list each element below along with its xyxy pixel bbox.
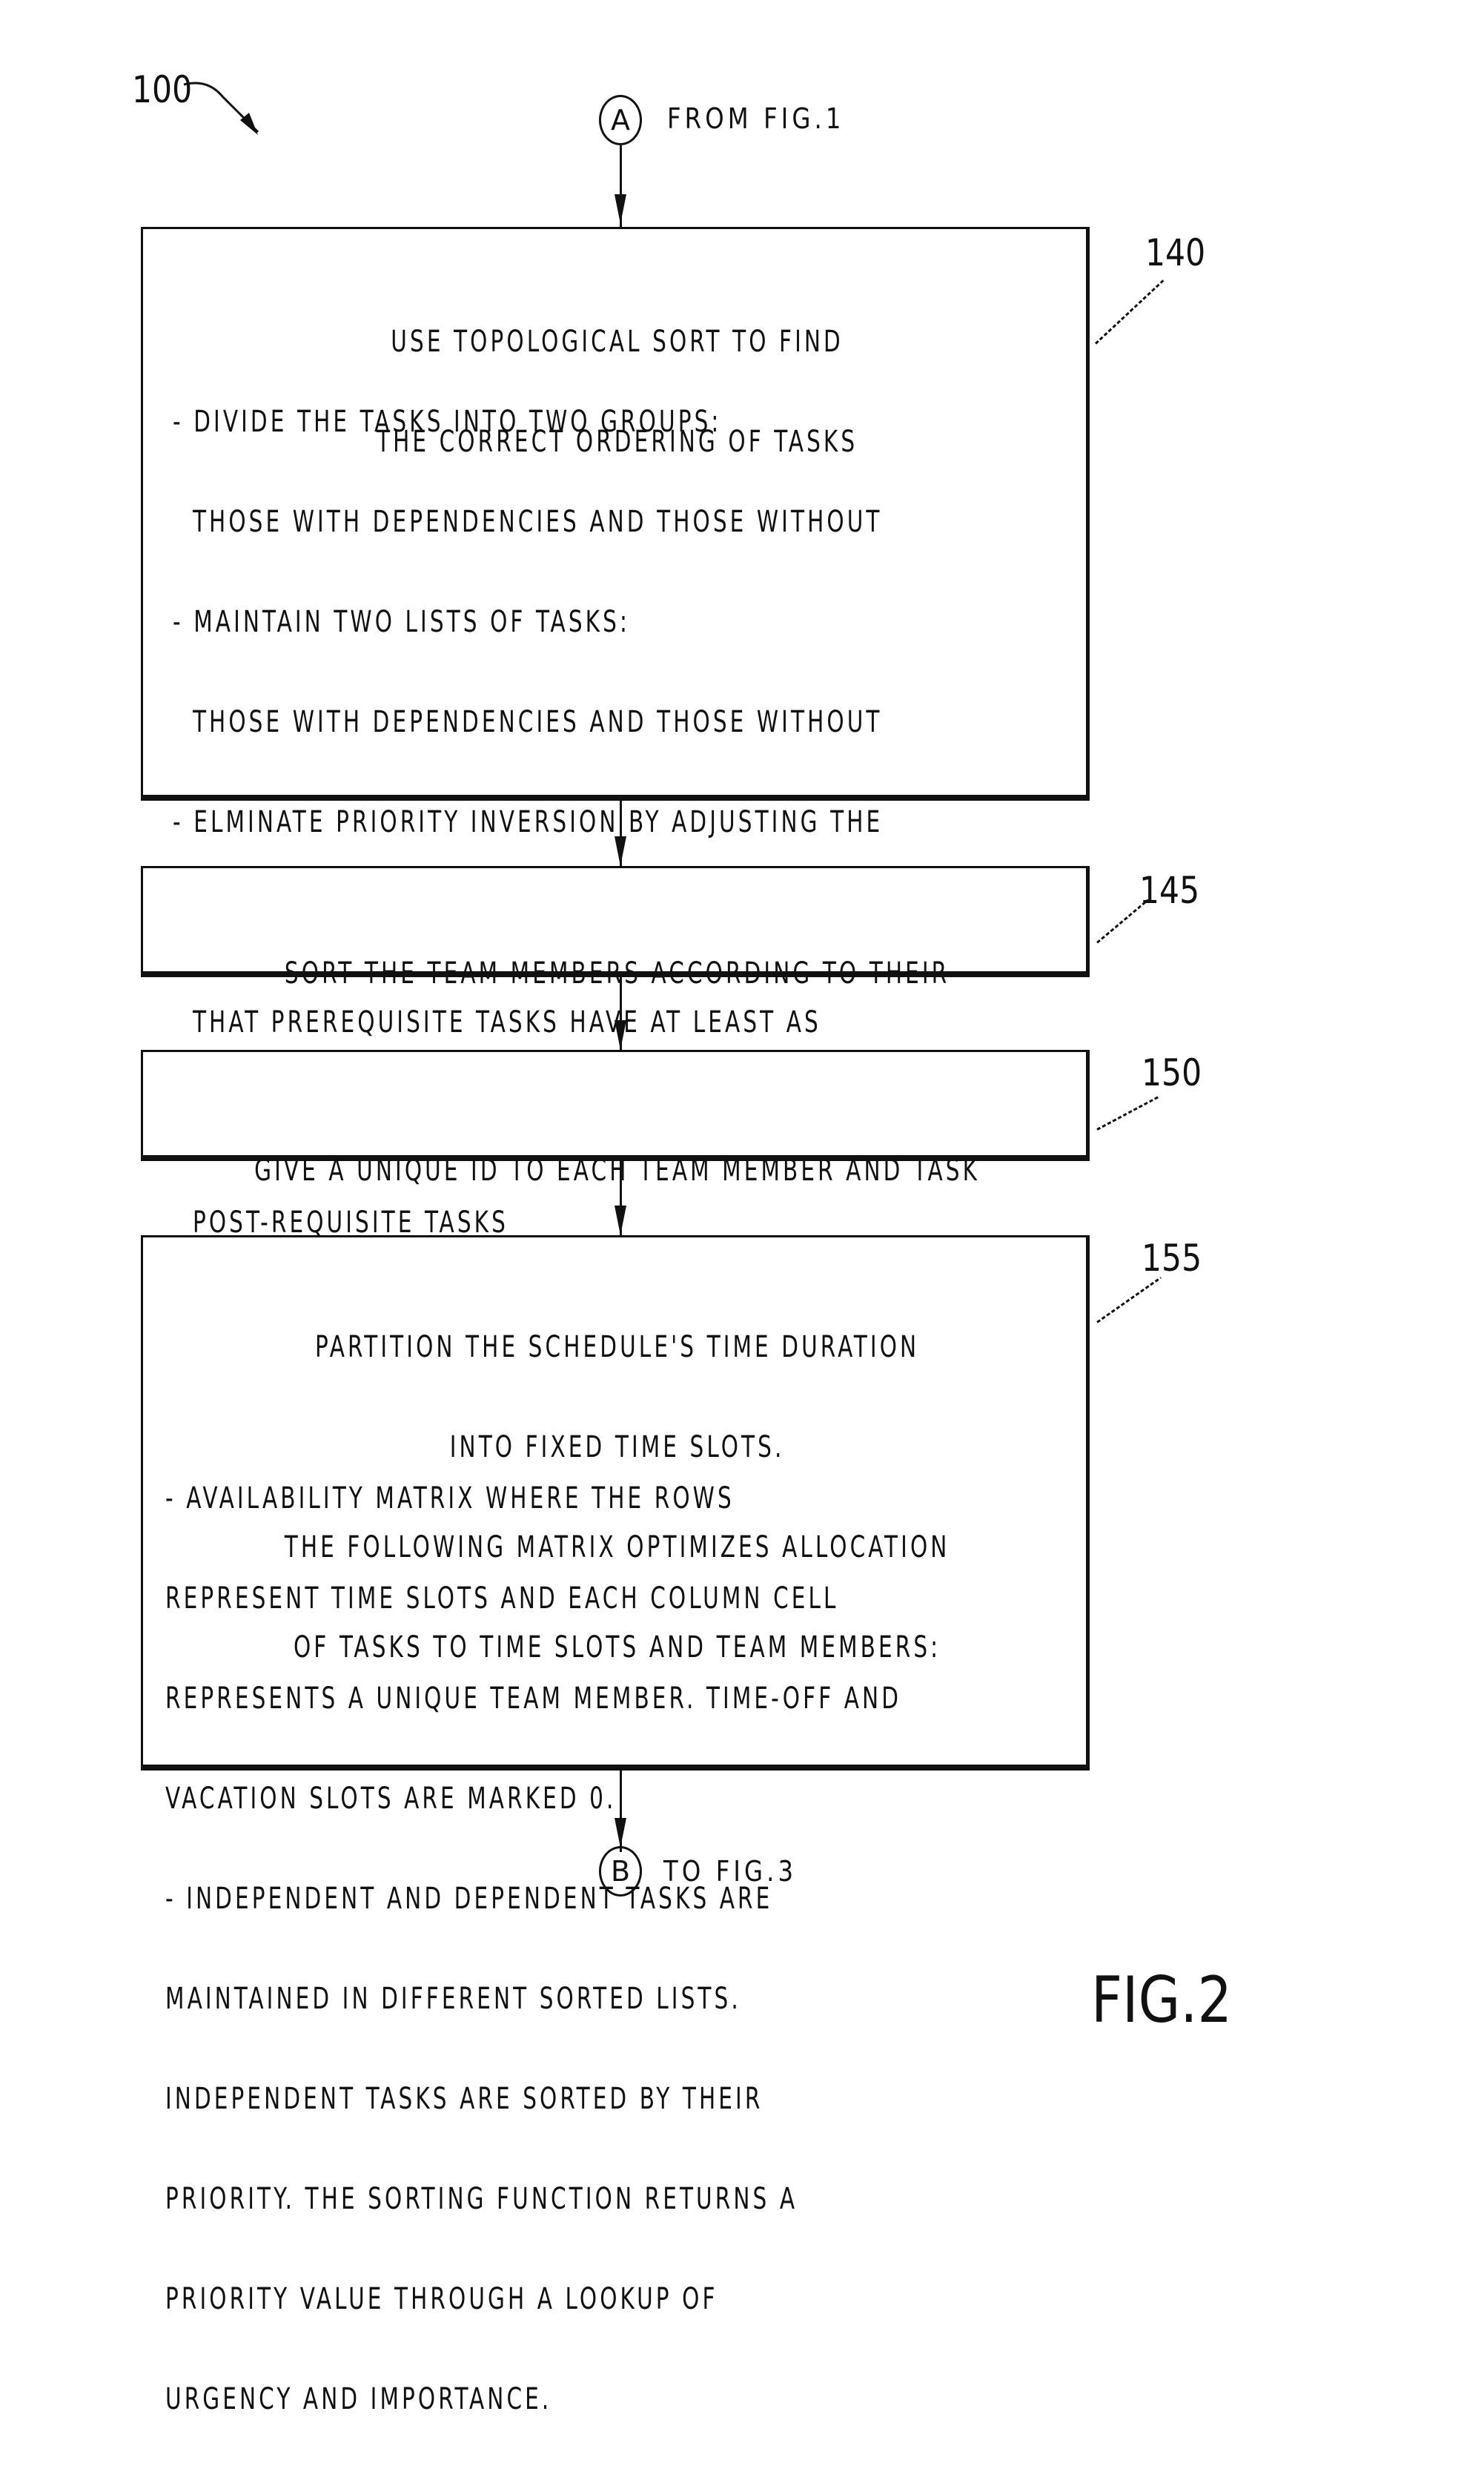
step-155-body-line: URGENCY AND IMPORTANCE. [165,2382,552,2416]
step-155-body-line: INDEPENDENT TASKS ARE SORTED BY THEIR [165,2082,763,2116]
arrow-down-icon [615,194,626,224]
figure-label: FIG.2 [1091,1963,1233,2037]
step-155-body-line: - AVAILABILITY MATRIX WHERE THE ROWS [165,1481,735,1515]
step-155-ref-number: 155 [1142,1237,1202,1280]
step-155-box: PARTITION THE SCHEDULE'S TIME DURATION I… [141,1235,1090,2416]
step-145-heading-line: SORT THE TEAM MEMBERS ACCORDING TO THEIR [284,956,950,991]
step-140-body-line: - ELMINATE PRIORITY INVERSION BY ADJUSTI… [173,805,884,839]
step-140-body-line: - MAINTAIN TWO LISTS OF TASKS: [173,605,630,639]
step-140-body-line: THOSE WITH DEPENDENCIES AND THOSE WITHOU… [173,705,883,739]
step-150-leader-line [1096,1095,1160,1131]
step-155-body-line: PRIORITY VALUE THROUGH A LOOKUP OF [165,2282,718,2316]
step-155-body-line: VACATION SLOTS ARE MARKED 0. [165,1782,617,1816]
step-155-body-line: REPRESENT TIME SLOTS AND EACH COLUMN CEL… [165,1581,839,1616]
connector-b-label: TO FIG.3 [663,1855,798,1888]
step-145-box: SORT THE TEAM MEMBERS ACCORDING TO THEIR… [141,866,1090,1091]
arrow-down-icon [615,1020,626,1050]
step-155-body-line: MAINTAINED IN DIFFERENT SORTED LISTS. [165,1982,741,2016]
connector-b-circle: B [599,1846,642,1897]
connector-a-letter: A [611,104,630,136]
step-140-body-line: THOSE WITH DEPENDENCIES AND THOSE WITHOU… [173,505,883,539]
connector-a-circle: A [599,95,642,145]
step-150-heading-line: GIVE A UNIQUE ID TO EACH TEAM MEMBER AND… [254,1154,981,1188]
step-155-heading-line: PARTITION THE SCHEDULE'S TIME DURATION [314,1330,920,1364]
figure-ref-arrow-icon [183,82,259,135]
step-150-ref-number: 150 [1142,1051,1202,1094]
step-155-body-line: PRIORITY. THE SORTING FUNCTION RETURNS A [165,2182,798,2216]
step-155-leader-line [1096,1277,1162,1323]
arrow-down-icon [615,1206,626,1235]
step-145-ref-number: 145 [1139,869,1200,912]
step-145-leader-line [1096,899,1149,944]
step-140-ref-number: 140 [1145,231,1206,274]
arrow-down-icon [615,1818,626,1848]
step-140-leader-line [1094,280,1165,345]
connector-a-label: FROM FIG.1 [667,102,845,135]
step-150-box: GIVE A UNIQUE ID TO EACH TEAM MEMBER AND… [141,1050,1090,1188]
step-140-box: USE TOPOLOGICAL SORT TO FIND THE CORRECT… [141,227,1090,1640]
step-155-body-line: REPRESENTS A UNIQUE TEAM MEMBER. TIME-OF… [165,1682,902,1716]
connector-b-letter: B [610,1855,631,1888]
step-140-body-line: - DIVIDE THE TASKS INTO TWO GROUPS: [173,405,722,439]
arrow-down-icon [615,836,626,866]
